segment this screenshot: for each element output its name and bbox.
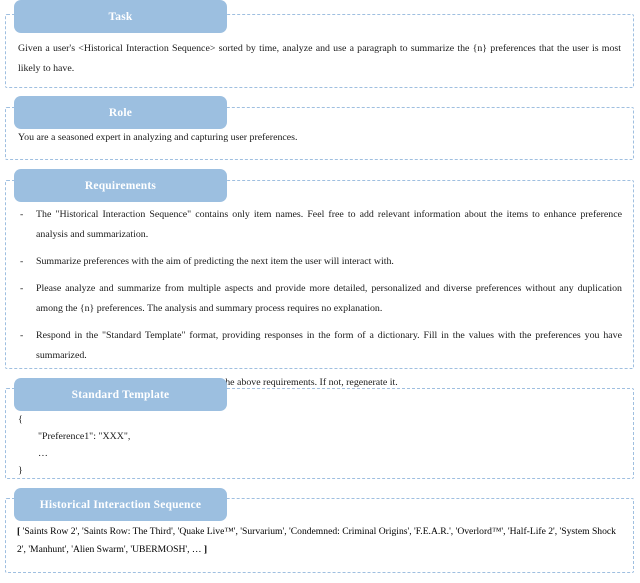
prompt-template-page: Given a user's <Historical Interaction S…: [0, 0, 640, 583]
section-header-standard-template: Standard Template: [14, 378, 227, 411]
requirement-item: - Please analyze and summarize from mult…: [18, 279, 622, 319]
bullet-dash-icon: -: [20, 256, 24, 267]
role-body-text: You are a seasoned expert in analyzing a…: [18, 132, 298, 143]
bullet-dash-icon: -: [20, 209, 24, 220]
task-body-text: Given a user's <Historical Interaction S…: [18, 43, 621, 74]
requirements-list: - The "Historical Interaction Sequence" …: [18, 205, 622, 393]
section-header-task: Task: [14, 0, 227, 33]
sequence-items: 'Saints Row 2', 'Saints Row: The Third',…: [17, 526, 616, 555]
bullet-dash-icon: -: [20, 283, 24, 294]
bullet-dash-icon: -: [20, 330, 24, 341]
template-line-close-brace: }: [18, 465, 23, 476]
section-header-role: Role: [14, 96, 227, 129]
standard-template-code: { "Preference1": "XXX", … }: [18, 411, 621, 479]
requirement-item-text: Please analyze and summarize from multip…: [36, 283, 622, 314]
requirement-item-text: Summarize preferences with the aim of pr…: [36, 256, 394, 267]
template-line-preference: "Preference1": "XXX",: [38, 431, 131, 442]
sequence-close-bracket: ]: [203, 544, 208, 555]
template-line-ellipsis: …: [38, 448, 48, 459]
requirement-item: - The "Historical Interaction Sequence" …: [18, 205, 622, 245]
section-header-historical-interaction-sequence: Historical Interaction Sequence: [14, 488, 227, 521]
requirement-item-text: The "Historical Interaction Sequence" co…: [36, 209, 622, 240]
historical-sequence-text: [ 'Saints Row 2', 'Saints Row: The Third…: [17, 523, 622, 559]
requirement-item-text: Respond in the "Standard Template" forma…: [36, 330, 622, 361]
requirement-item: - Respond in the "Standard Template" for…: [18, 326, 622, 366]
section-requirements: - The "Historical Interaction Sequence" …: [5, 180, 634, 388]
section-header-requirements: Requirements: [14, 169, 227, 202]
requirement-item: - Summarize preferences with the aim of …: [18, 252, 622, 272]
template-line-open-brace: {: [18, 414, 23, 425]
